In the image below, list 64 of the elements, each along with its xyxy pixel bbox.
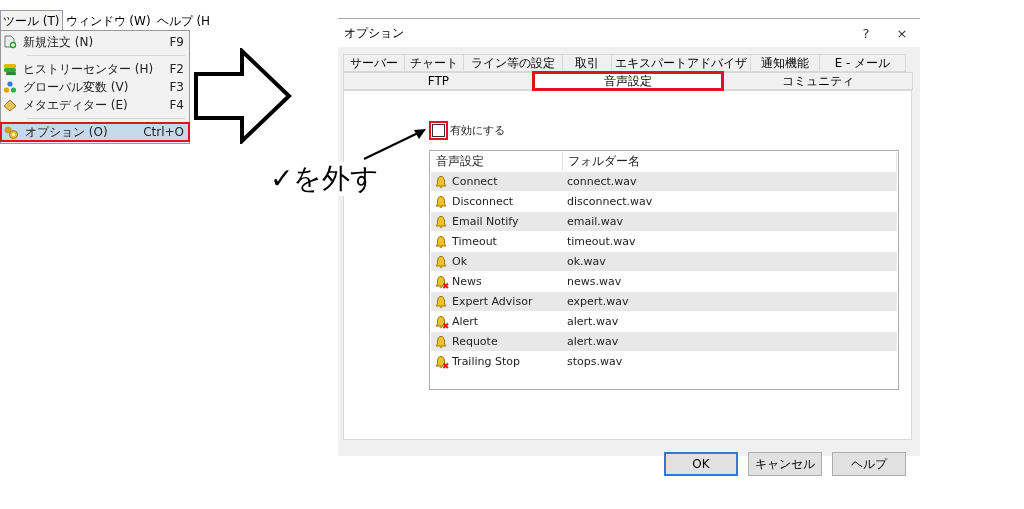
pointer-arrow xyxy=(363,129,426,160)
tab[interactable]: ライン等の設定 xyxy=(463,54,563,72)
tab[interactable]: 音声設定 xyxy=(532,72,724,90)
tab[interactable]: 通知機能 xyxy=(750,54,820,72)
bell-icon xyxy=(435,214,449,229)
menu-item[interactable]: 新規注文 (N) F9 xyxy=(1,33,189,51)
table-cell: news.wav xyxy=(567,275,622,288)
dialog-title: オプション xyxy=(344,24,405,42)
table-cell: expert.wav xyxy=(567,295,629,308)
dialog-button[interactable]: ヘルプ xyxy=(832,452,906,476)
table-cell: Email Notify xyxy=(452,215,519,228)
table-cell: disconnect.wav xyxy=(567,195,653,208)
table-cell: Trailing Stop xyxy=(452,355,520,368)
table-row[interactable]: Email Notify email.wav xyxy=(431,212,897,232)
menu-item[interactable]: オプション (O) Ctrl+O xyxy=(1,123,189,141)
tab[interactable]: 取引 xyxy=(562,54,612,72)
bell-icon xyxy=(435,174,449,189)
table-cell: Ok xyxy=(452,255,468,268)
bell-disabled-icon xyxy=(435,274,449,289)
tab[interactable]: サーバー xyxy=(343,54,405,72)
table-cell: Disconnect xyxy=(452,195,514,208)
tab[interactable]: E - メール xyxy=(819,54,906,72)
table-row[interactable]: Expert Advisor expert.wav xyxy=(431,292,897,312)
tab[interactable]: コミュニティ xyxy=(722,72,913,90)
table-cell: News xyxy=(452,275,482,288)
dots-icon xyxy=(3,80,17,94)
table-cell: Connect xyxy=(452,175,498,188)
bell-icon xyxy=(435,254,449,269)
menu-item[interactable]: ヒストリーセンター (H) F2 xyxy=(1,60,189,78)
bell-disabled-icon xyxy=(435,314,449,329)
table-cell: Alert xyxy=(452,315,479,328)
tab[interactable]: FTP xyxy=(343,72,534,90)
database-icon xyxy=(3,62,17,76)
dialog-button[interactable]: キャンセル xyxy=(748,452,822,476)
table-cell: Timeout xyxy=(452,235,497,248)
table-cell: email.wav xyxy=(567,215,624,228)
bell-icon xyxy=(435,234,449,249)
help-button[interactable]: ? xyxy=(848,19,884,47)
table-cell: connect.wav xyxy=(567,175,637,188)
table-row[interactable]: Requote alert.wav xyxy=(431,332,897,352)
tab[interactable]: エキスパートアドバイザ xyxy=(611,54,751,72)
table-cell: alert.wav xyxy=(567,335,619,348)
table-cell: timeout.wav xyxy=(567,235,636,248)
column-header[interactable]: フォルダー名 xyxy=(563,152,897,171)
bell-icon xyxy=(435,334,449,349)
checkbox-label: 有効にする xyxy=(450,123,505,138)
table-cell: ok.wav xyxy=(567,255,606,268)
column-header[interactable]: 音声設定 xyxy=(431,152,563,171)
menu-item[interactable]: メタエディター (E) F4 xyxy=(1,96,189,114)
table-cell: alert.wav xyxy=(567,315,619,328)
table-cell: Requote xyxy=(452,335,498,348)
dialog-button[interactable]: OK xyxy=(664,452,738,476)
menu-item[interactable]: グローバル変数 (V) F3 xyxy=(1,78,189,96)
table-row[interactable]: Ok ok.wav xyxy=(431,252,897,272)
document-plus-icon xyxy=(3,35,17,49)
bell-icon xyxy=(435,194,449,209)
menu-bar-item[interactable]: ツール (T) xyxy=(0,10,63,30)
bell-icon xyxy=(435,294,449,309)
table-cell: Expert Advisor xyxy=(452,295,533,308)
table-cell: stops.wav xyxy=(567,355,623,368)
bell-disabled-icon xyxy=(435,354,449,369)
close-button[interactable]: × xyxy=(884,19,920,47)
tab[interactable]: チャート xyxy=(404,54,464,72)
table-row[interactable]: Connect connect.wav xyxy=(431,172,897,192)
